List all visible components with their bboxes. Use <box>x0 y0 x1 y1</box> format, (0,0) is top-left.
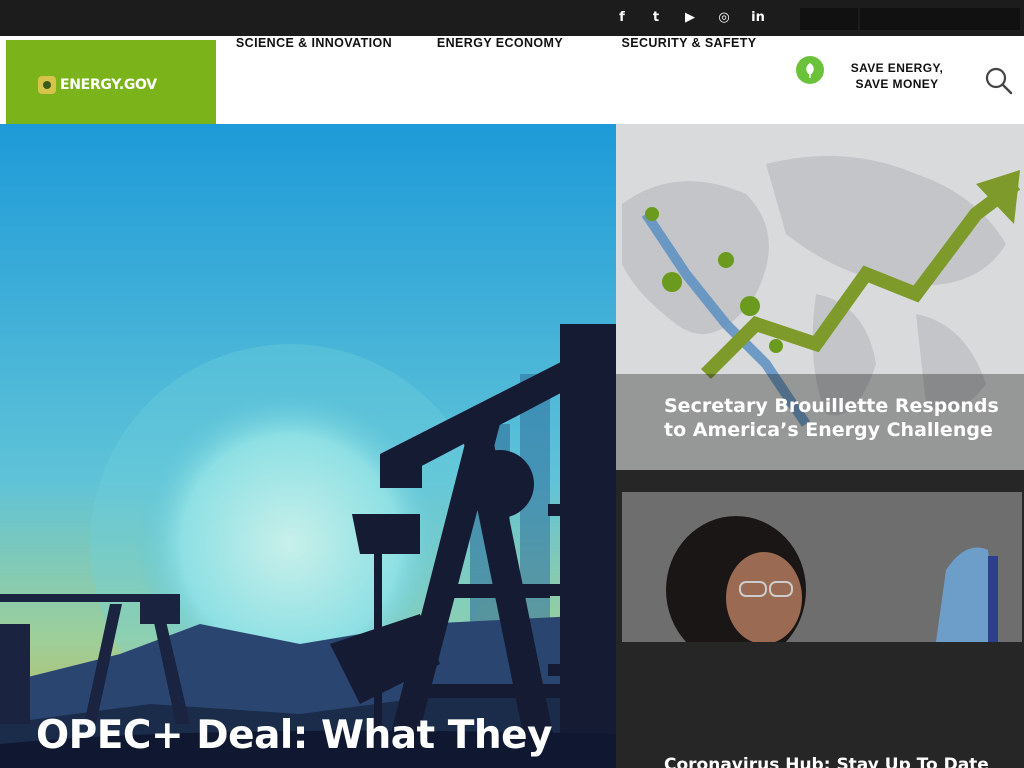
search-glyph <box>985 67 1013 95</box>
nav-security-safety[interactable]: SECURITY & SAFETY <box>618 28 760 58</box>
scientist-photo <box>616 470 1024 768</box>
leaf-glyph <box>806 63 814 78</box>
page: f t ▶ ◎ in ENERGY.GOV SCIENCE & INNOVATI… <box>0 0 1024 768</box>
hero-headline[interactable]: OPEC+ Deal: What They <box>36 712 636 760</box>
top-utility-button-2[interactable] <box>860 8 1020 30</box>
top-utility-button-1[interactable] <box>800 8 858 30</box>
logo: ENERGY.GOV <box>38 76 157 94</box>
logo-text: ENERGY.GOV <box>60 77 157 93</box>
instagram-icon[interactable]: ◎ <box>714 8 734 28</box>
feature-image-scientist[interactable] <box>616 470 1024 768</box>
logo-button[interactable]: ENERGY.GOV <box>6 40 216 132</box>
save-energy-button[interactable]: SAVE ENERGY, SAVE MONEY <box>838 60 956 98</box>
leaf-icon[interactable] <box>796 56 824 84</box>
nav-science-innovation[interactable]: SCIENCE & INNOVATION <box>224 28 404 58</box>
save-energy-line1: SAVE ENERGY, <box>850 61 944 75</box>
map-card-headline[interactable]: Secretary Brouillette Responds to Americ… <box>664 394 1014 442</box>
search-icon[interactable] <box>984 66 1014 96</box>
youtube-icon[interactable]: ▶ <box>680 8 700 28</box>
social-links: f t ▶ ◎ in <box>612 8 768 28</box>
scientist-card-headline[interactable]: Coronavirus Hub: Stay Up To Date <box>664 754 1014 768</box>
hero-image[interactable] <box>0 124 616 768</box>
linkedin-icon[interactable]: in <box>748 8 768 28</box>
twitter-icon[interactable]: t <box>646 8 666 28</box>
nav-energy-economy[interactable]: ENERGY ECONOMY <box>432 28 568 58</box>
oil-pump-illustration <box>0 124 616 768</box>
facebook-icon[interactable]: f <box>612 8 632 28</box>
doe-seal-icon <box>38 76 56 94</box>
save-energy-line2: SAVE MONEY <box>855 77 939 91</box>
